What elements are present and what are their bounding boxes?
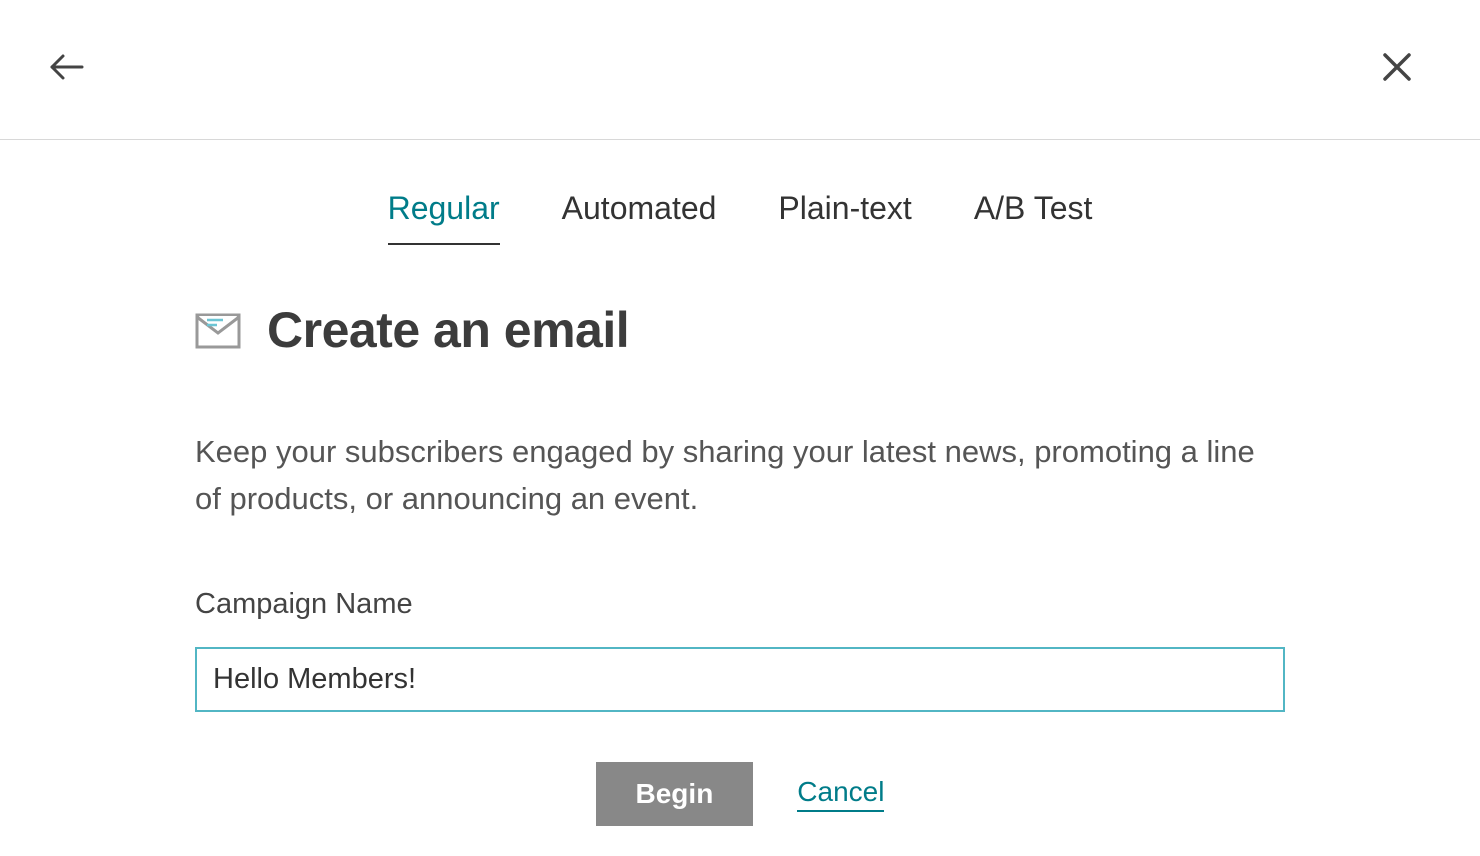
cancel-link[interactable]: Cancel	[797, 776, 884, 812]
page-title: Create an email	[267, 301, 629, 359]
envelope-icon	[195, 307, 241, 353]
campaign-name-label: Campaign Name	[195, 588, 1285, 621]
form-actions: Begin Cancel	[195, 762, 1285, 826]
main-content: Create an email Keep your subscribers en…	[185, 301, 1295, 826]
arrow-left-icon	[48, 52, 84, 82]
back-button[interactable]	[48, 52, 84, 87]
campaign-name-input[interactable]	[195, 647, 1285, 712]
tab-plain-text[interactable]: Plain-text	[778, 190, 911, 245]
email-type-tabs: Regular Automated Plain-text A/B Test	[0, 140, 1480, 245]
title-row: Create an email	[195, 301, 1285, 359]
modal-header	[0, 0, 1480, 140]
page-description: Keep your subscribers engaged by sharing…	[195, 429, 1285, 522]
tab-automated[interactable]: Automated	[562, 190, 717, 245]
close-button[interactable]	[1382, 52, 1412, 87]
tab-regular[interactable]: Regular	[388, 190, 500, 245]
close-icon	[1382, 52, 1412, 82]
begin-button[interactable]: Begin	[596, 762, 754, 826]
tab-ab-test[interactable]: A/B Test	[974, 190, 1093, 245]
